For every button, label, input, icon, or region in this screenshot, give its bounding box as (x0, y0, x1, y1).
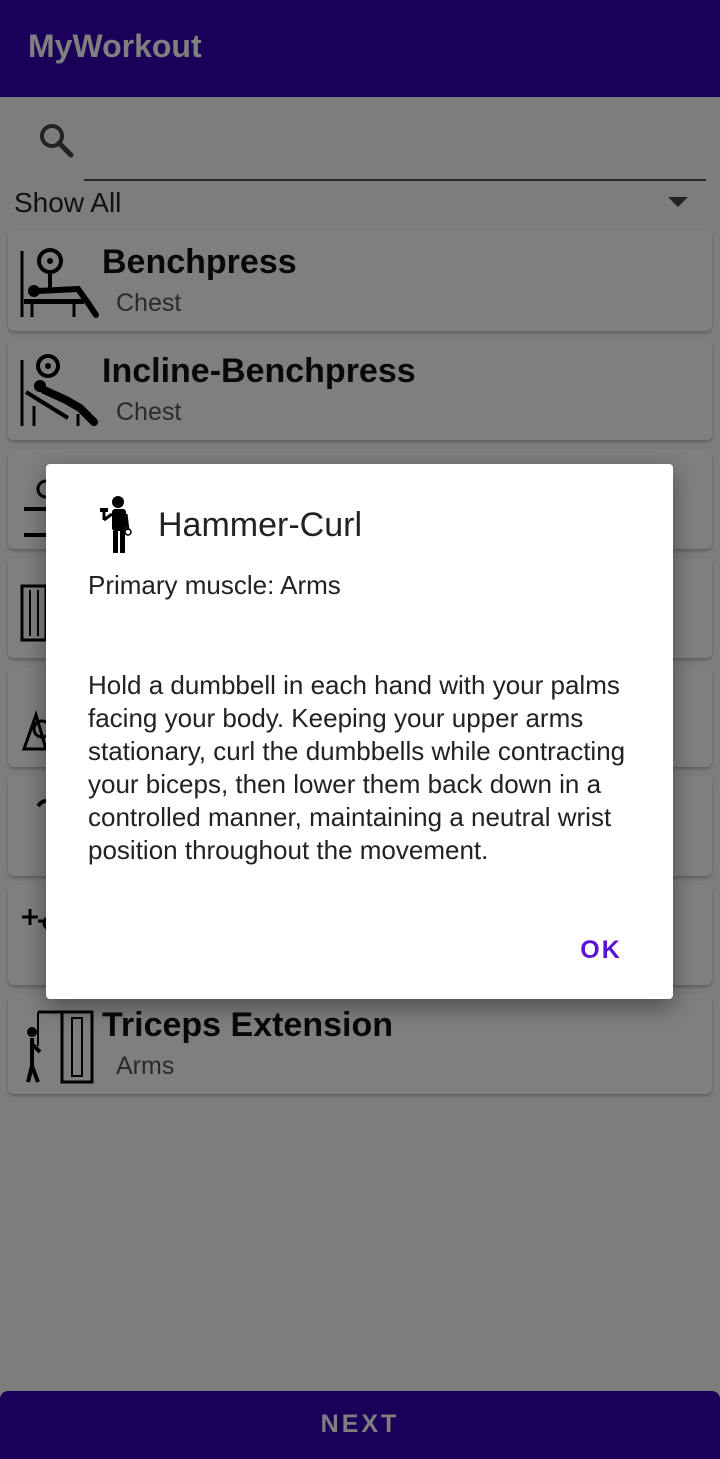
hammer-curl-icon (100, 496, 132, 553)
exercise-detail-dialog: Hammer-Curl Primary muscle: Arms Hold a … (46, 464, 673, 999)
dialog-description: Hold a dumbbell in each hand with your p… (88, 670, 626, 865)
dialog-title: Hammer-Curl (158, 506, 362, 544)
ok-button[interactable]: OK (566, 930, 636, 970)
app-root: MyWorkout Show All Benchpress Chest (0, 0, 720, 1459)
dialog-primary-muscle: Primary muscle: Arms (88, 570, 341, 600)
